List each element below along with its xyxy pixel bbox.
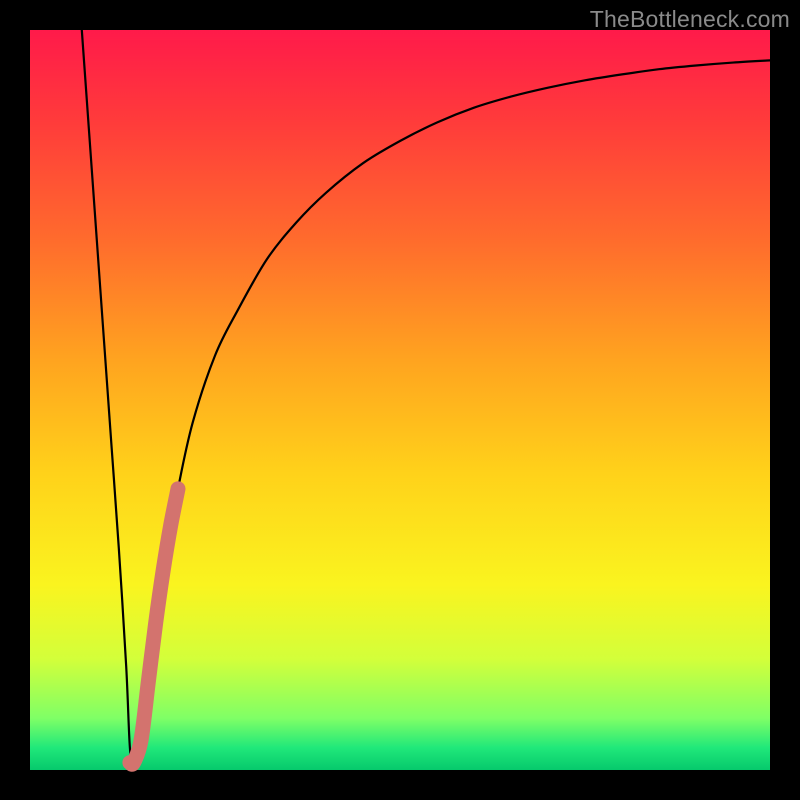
bottleneck-curve-path — [82, 30, 770, 763]
watermark-text: TheBottleneck.com — [590, 6, 790, 33]
highlight-segment-path — [130, 489, 178, 764]
chart-svg — [30, 30, 770, 770]
chart-frame: TheBottleneck.com — [0, 0, 800, 800]
